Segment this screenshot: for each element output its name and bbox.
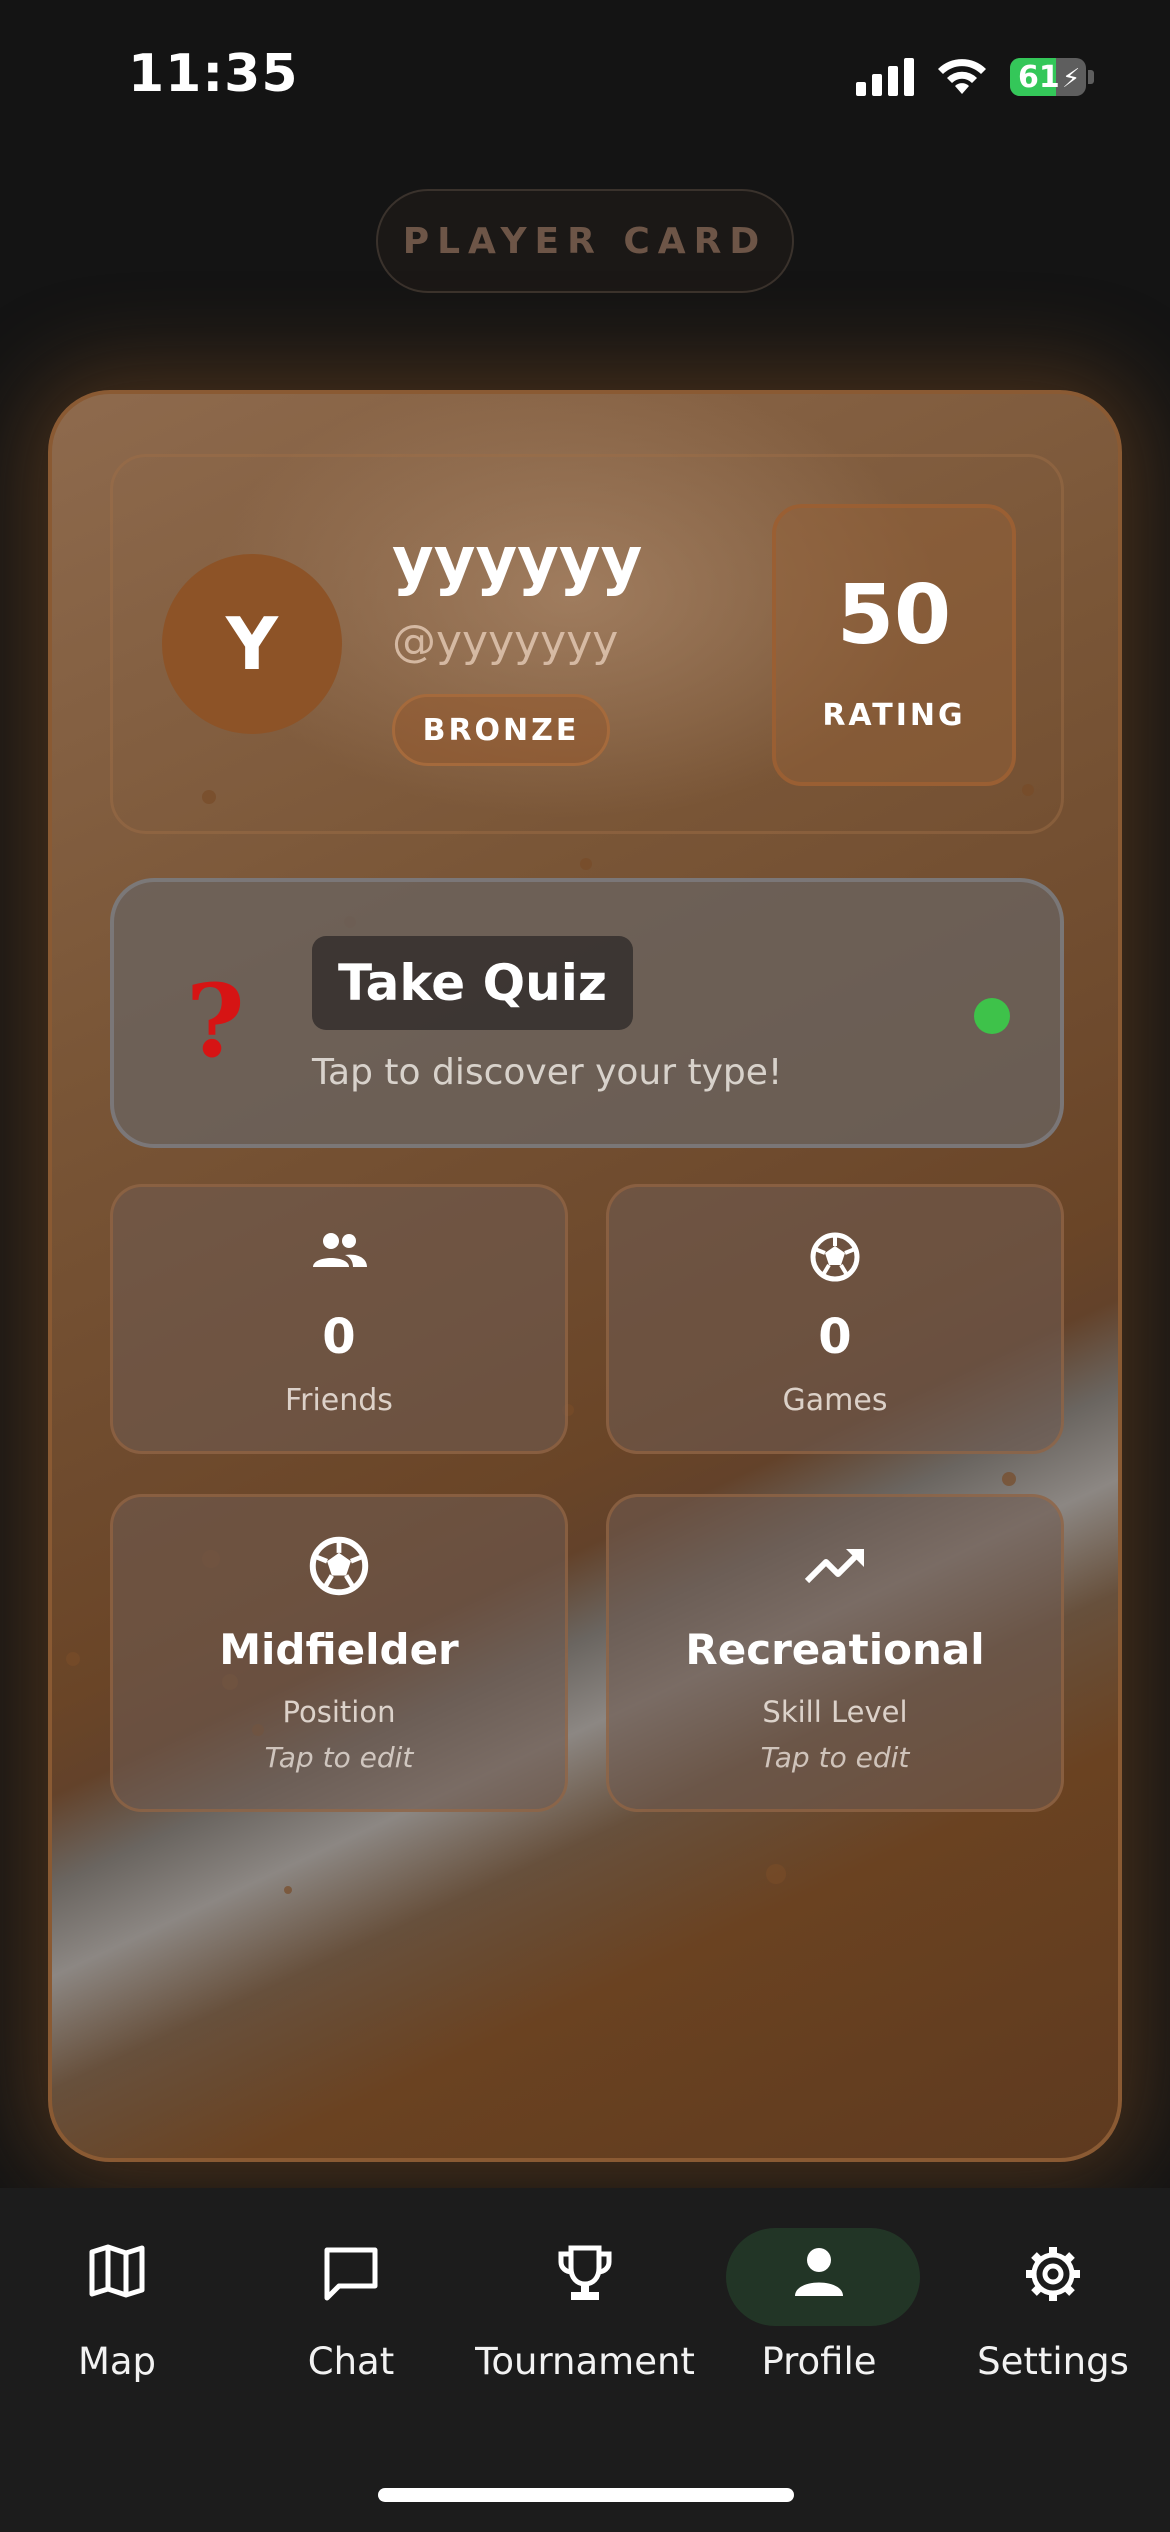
bottom-tab-bar: Map Chat Tournament Profile Settings [0,2188,1170,2532]
avatar[interactable]: Y [162,554,342,734]
tab-settings[interactable]: Settings [936,2188,1170,2438]
chat-icon [234,2244,468,2304]
friends-icon [113,1231,565,1271]
status-time: 11:35 [128,44,299,104]
position-edit-hint: Tap to edit [264,1741,414,1774]
tab-settings-label: Settings [977,2340,1129,2383]
games-label: Games [782,1383,888,1418]
rating-value: 50 [836,568,952,663]
question-mark-icon: ? [186,962,245,1080]
games-count: 0 [818,1309,852,1365]
wifi-icon [938,59,986,94]
quiz-subtitle: Tap to discover your type! [312,1052,783,1093]
username-handle: @yyyyyyy [392,616,619,667]
skill-level-value: Recreational [685,1625,985,1674]
skill-level-edit-hint: Tap to edit [760,1741,910,1774]
display-name: yyyyyy [392,524,643,598]
rating-box: 50 RATING [772,504,1016,786]
tab-map[interactable]: Map [0,2188,234,2438]
tab-tournament[interactable]: Tournament [468,2188,702,2438]
tab-profile-label: Profile [761,2340,877,2383]
tab-chat[interactable]: Chat [234,2188,468,2438]
trophy-icon [468,2244,702,2304]
take-quiz-card[interactable]: ? Take Quiz Tap to discover your type! [110,878,1064,1148]
status-bar: 11:35 61 ⚡ [0,0,1170,150]
rating-label: RATING [822,698,966,733]
soccer-ball-icon [609,1231,1061,1283]
player-card: Y yyyyyy @yyyyyyy BRONZE 50 RATING ? Tak… [48,390,1122,2162]
friends-count: 0 [322,1309,356,1365]
position-tile[interactable]: Midfielder Position Tap to edit [110,1494,568,1812]
battery-icon: 61 ⚡ [1010,58,1086,96]
settings-gear-icon [936,2244,1170,2304]
profile-icon [702,2244,936,2300]
tab-tournament-label: Tournament [475,2340,695,2383]
map-icon [0,2244,234,2298]
skill-level-label: Skill Level [762,1695,908,1729]
skill-level-tile[interactable]: Recreational Skill Level Tap to edit [606,1494,1064,1812]
tab-profile[interactable]: Profile [702,2188,936,2438]
page-title: PLAYER CARD [376,189,794,293]
tab-map-label: Map [77,2340,157,2383]
friends-label: Friends [285,1383,393,1418]
soccer-ball-icon [113,1535,565,1597]
rank-badge: BRONZE [392,694,610,766]
position-label: Position [282,1695,396,1729]
cellular-signal-icon [856,58,914,96]
home-indicator[interactable] [378,2488,794,2502]
games-stat-tile[interactable]: 0 Games [606,1184,1064,1454]
quiz-status-dot [974,998,1010,1034]
tab-chat-label: Chat [307,2340,395,2383]
battery-level: 61 [1018,60,1060,95]
trending-up-icon [609,1545,1061,1585]
friends-stat-tile[interactable]: 0 Friends [110,1184,568,1454]
quiz-title: Take Quiz [312,936,633,1030]
position-value: Midfielder [219,1625,459,1674]
